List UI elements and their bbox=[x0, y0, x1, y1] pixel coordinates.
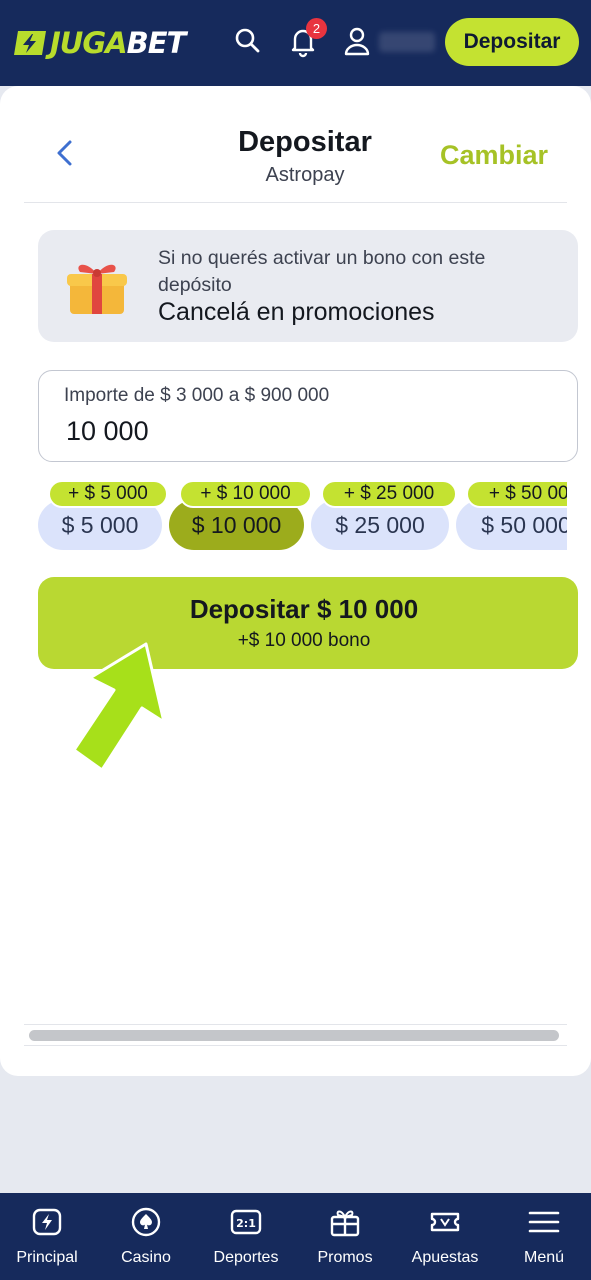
back-chevron-icon[interactable] bbox=[48, 136, 84, 172]
nav-principal[interactable]: Principal bbox=[0, 1205, 97, 1275]
logo-text-juga: JUGA bbox=[50, 25, 128, 60]
menu-icon bbox=[528, 1211, 560, 1233]
payment-method-subtitle: Astropay bbox=[265, 164, 345, 186]
jugabet-logo[interactable]: JUGABET bbox=[12, 26, 196, 60]
nav-label-deportes: Deportes bbox=[213, 1249, 279, 1266]
bonus-tag-25000: + $ 25 000 bbox=[321, 480, 457, 508]
pointer-arrow-icon bbox=[72, 642, 166, 772]
nav-menu[interactable]: Menú bbox=[494, 1205, 591, 1275]
scrollbar-thumb[interactable] bbox=[29, 1030, 559, 1041]
bonus-tag-10000: + $ 10 000 bbox=[179, 480, 312, 508]
nav-apuestas[interactable]: Apuestas bbox=[395, 1205, 495, 1275]
bonus-tag-50000: + $ 50 000 bbox=[466, 480, 567, 508]
svg-text:2:1: 2:1 bbox=[236, 1217, 256, 1230]
submit-deposit-label: Depositar $ 10 000 bbox=[189, 594, 419, 624]
cancel-in-promotions-link[interactable]: Cancelá en promociones bbox=[158, 298, 435, 327]
nav-deportes[interactable]: 2:1 Deportes bbox=[196, 1205, 296, 1275]
bolt-logo-icon bbox=[14, 31, 46, 55]
ticket-icon bbox=[430, 1212, 460, 1232]
nav-label-principal: Principal bbox=[16, 1249, 78, 1266]
gift-icon bbox=[330, 1210, 360, 1237]
nav-label-apuestas: Apuestas bbox=[411, 1249, 479, 1266]
blurred-username bbox=[379, 32, 435, 52]
page-title: Depositar bbox=[238, 126, 372, 158]
user-icon[interactable] bbox=[340, 24, 374, 58]
nav-casino[interactable]: Casino bbox=[96, 1205, 196, 1275]
gift-icon bbox=[67, 264, 127, 314]
amount-input[interactable] bbox=[66, 416, 466, 447]
bonus-notice-text: Si no querés activar un bono con este de… bbox=[158, 247, 486, 296]
nav-label-casino: Casino bbox=[121, 1249, 171, 1266]
amount-range-label: Importe de $ 3 000 a $ 900 000 bbox=[64, 385, 330, 406]
scoreboard-icon: 2:1 bbox=[230, 1209, 262, 1235]
header-deposit-button[interactable]: Depositar bbox=[445, 18, 579, 66]
change-method-button[interactable]: Cambiar bbox=[440, 140, 548, 171]
nav-promos[interactable]: Promos bbox=[295, 1205, 395, 1275]
notification-badge: 2 bbox=[306, 18, 327, 39]
search-icon[interactable] bbox=[231, 24, 265, 58]
nav-label-menu: Menú bbox=[523, 1249, 565, 1266]
spade-icon bbox=[131, 1207, 161, 1237]
logo-text-bet: BET bbox=[126, 25, 187, 60]
divider bbox=[24, 202, 567, 203]
bolt-icon bbox=[32, 1208, 62, 1236]
bonus-tag-5000: + $ 5 000 bbox=[48, 480, 168, 508]
nav-label-promos: Promos bbox=[317, 1249, 373, 1266]
quick-amount-chips: $ 5 000 + $ 5 000 $ 10 000 + $ 10 000 $ … bbox=[38, 478, 567, 554]
